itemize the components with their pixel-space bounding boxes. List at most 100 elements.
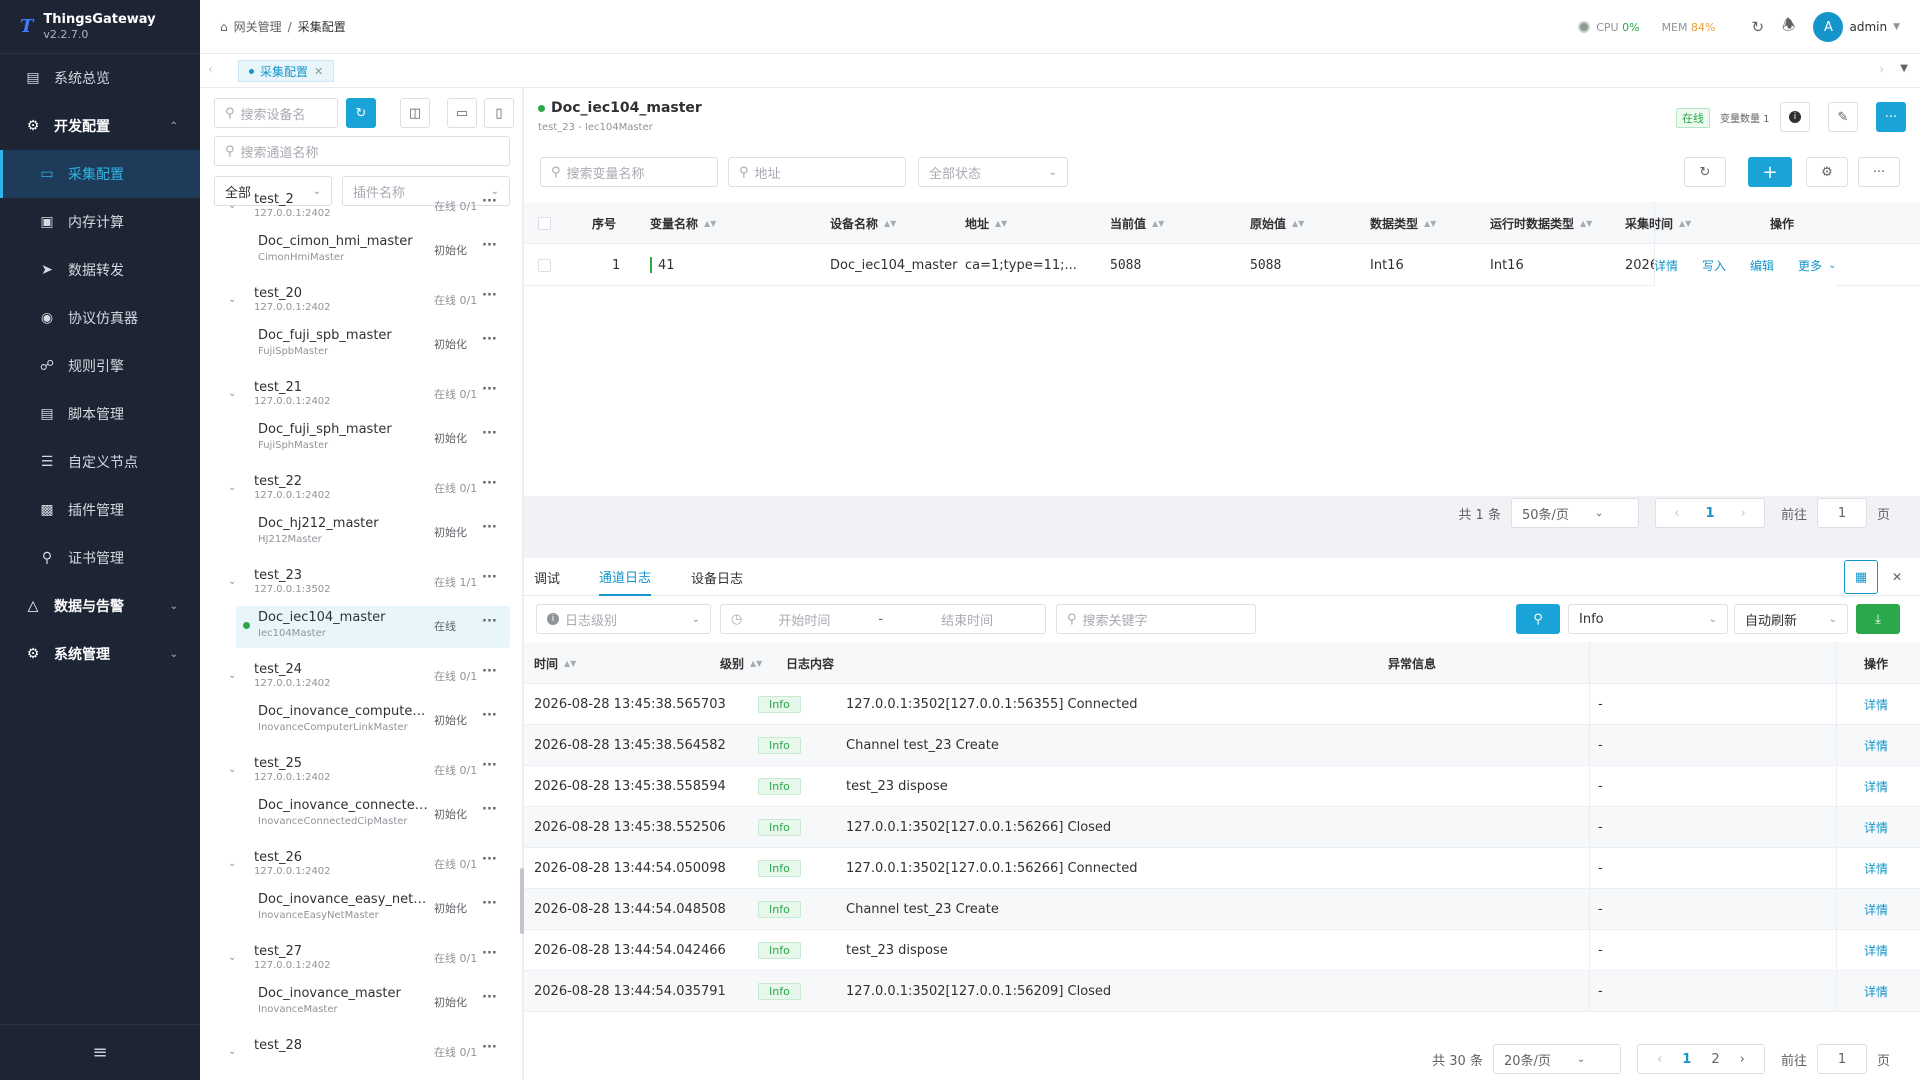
variable-page-size-select[interactable]: 50条/页 ⌄ xyxy=(1510,498,1639,528)
log-row[interactable]: 2026-08-28 13:44:54.048508 Info Channel te… xyxy=(524,889,1920,930)
address-filter-input[interactable]: ⚲ 地址 xyxy=(728,157,906,187)
sidebar-item-11[interactable]: △ 数据与告警 ⌄ xyxy=(0,582,200,630)
channel-name[interactable]: test_26 xyxy=(254,850,302,865)
device-more-icon[interactable]: ··· xyxy=(482,332,497,347)
log-detail-link[interactable]: 详情 xyxy=(1864,778,1888,795)
sort-icon[interactable]: ▲▼ xyxy=(1580,219,1592,228)
prev-page-icon[interactable]: ‹ xyxy=(1657,1052,1662,1067)
sidebar-item-4[interactable]: ➤ 数据转发 xyxy=(0,246,200,294)
log-level-select[interactable]: Info ⌄ xyxy=(1568,604,1728,634)
log-col-header[interactable]: 级别 ▲▼ xyxy=(720,642,762,684)
log-page-2[interactable]: 2 xyxy=(1711,1052,1719,1067)
device-more-icon[interactable]: ··· xyxy=(482,238,497,253)
log-page-size-select[interactable]: 20条/页 ⌄ xyxy=(1492,1044,1621,1074)
device-item[interactable]: Doc_hj212_master HJ212Master 初始化 ··· xyxy=(236,512,510,554)
device-more-icon[interactable]: ··· xyxy=(482,896,497,911)
chevron-down-icon[interactable]: ⌄ xyxy=(228,200,236,211)
log-row[interactable]: 2026-08-28 13:44:54.050098 Info 127.0.0.1:… xyxy=(524,848,1920,889)
collapse-menu-icon[interactable]: ≡ xyxy=(0,1024,200,1080)
device-item[interactable]: Doc_inovance_connected_c... InovanceConne… xyxy=(236,794,510,836)
channel-more-icon[interactable]: ··· xyxy=(482,476,497,491)
var-action-3[interactable]: 更多 xyxy=(1798,257,1822,274)
var-action-2[interactable]: 编辑 xyxy=(1750,257,1774,274)
refresh-icon[interactable]: ↻ xyxy=(1751,18,1764,36)
log-row[interactable]: 2026-08-28 13:44:54.035791 Info 127.0.0.1:… xyxy=(524,971,1920,1012)
channel-more-icon[interactable]: ··· xyxy=(482,382,497,397)
log-search-button[interactable]: ⚲ xyxy=(1516,604,1560,634)
device-more-button[interactable]: ··· xyxy=(1876,102,1906,132)
channel-name[interactable]: test_21 xyxy=(254,380,302,395)
bell-icon[interactable]: 🕭 xyxy=(1782,15,1795,40)
device-more-icon[interactable]: ··· xyxy=(482,614,497,629)
sort-icon[interactable]: ▲▼ xyxy=(750,659,762,668)
home-icon[interactable]: ⌂ xyxy=(220,20,228,34)
var-col-header[interactable]: 变量名称 ▲▼ xyxy=(650,202,716,244)
sidebar-item-9[interactable]: ▩ 插件管理 xyxy=(0,486,200,534)
sidebar-item-0[interactable]: ▤ 系统总览 xyxy=(0,54,200,102)
device-item[interactable]: Doc_inovance_easy_net_ma... InovanceEasyN… xyxy=(236,888,510,930)
log-col-header[interactable]: 操作 xyxy=(1864,642,1888,684)
checkbox[interactable] xyxy=(538,216,551,230)
channel-name[interactable]: test_22 xyxy=(254,474,302,489)
log-detail-link[interactable]: 详情 xyxy=(1864,696,1888,713)
device-item[interactable]: Doc_inovance_computer_li... InovanceCompu… xyxy=(236,700,510,742)
device-more-icon[interactable]: ··· xyxy=(482,708,497,723)
channel-more-icon[interactable]: ··· xyxy=(482,1040,497,1055)
sort-icon[interactable]: ▲▼ xyxy=(995,219,1007,228)
goto-page-input[interactable]: 1 xyxy=(1816,498,1867,528)
channel-name[interactable]: test_25 xyxy=(254,756,302,771)
sidebar-item-12[interactable]: ⚙ 系统管理 ⌄ xyxy=(0,630,200,678)
delete-button[interactable]: ▯ xyxy=(484,98,514,128)
sidebar-item-2[interactable]: ▭ 采集配置 xyxy=(0,150,200,198)
device-more-icon[interactable]: ··· xyxy=(482,520,497,535)
row-checkbox[interactable] xyxy=(538,244,551,286)
breadcrumb-root[interactable]: 网关管理 xyxy=(234,18,282,35)
channel-name[interactable]: test_28 xyxy=(254,1038,302,1053)
export-button[interactable]: ▭ xyxy=(447,98,477,128)
log-col-header[interactable]: 日志内容 xyxy=(786,642,834,684)
channel-name[interactable]: test_2 xyxy=(254,192,294,207)
variable-more-button[interactable]: ··· xyxy=(1858,157,1900,187)
device-more-icon[interactable]: ··· xyxy=(482,426,497,441)
search-variable-input[interactable]: ⚲ 搜索变量名称 xyxy=(540,157,718,187)
refresh-variables-button[interactable]: ↻ xyxy=(1684,157,1726,187)
tabs-menu-chevron-icon[interactable]: ▼ xyxy=(1900,63,1908,74)
device-item[interactable]: Doc_fuji_sph_master FujiSphMaster 初始化 ··· xyxy=(236,418,510,460)
chevron-down-icon[interactable]: ▼ xyxy=(1893,22,1900,32)
next-page-icon[interactable]: › xyxy=(1740,506,1745,521)
var-col-header[interactable]: 当前值 ▲▼ xyxy=(1110,202,1164,244)
chevron-down-icon[interactable]: ⌄ xyxy=(1828,260,1836,271)
chevron-down-icon[interactable]: ⌄ xyxy=(228,764,236,775)
log-detail-link[interactable]: 详情 xyxy=(1864,819,1888,836)
tab-close-icon[interactable]: ✕ xyxy=(314,65,323,78)
sort-icon[interactable]: ▲▼ xyxy=(884,219,896,228)
sidebar-item-8[interactable]: ☰ 自定义节点 xyxy=(0,438,200,486)
variable-status-select[interactable]: 全部状态 ⌄ xyxy=(918,157,1068,187)
sort-icon[interactable]: ▲▼ xyxy=(1679,219,1691,228)
select-all-checkbox[interactable] xyxy=(538,202,551,244)
channel-more-icon[interactable]: ··· xyxy=(482,946,497,961)
var-col-header[interactable]: 地址 ▲▼ xyxy=(965,202,1007,244)
sidebar-item-6[interactable]: ☍ 规则引擎 xyxy=(0,342,200,390)
chevron-down-icon[interactable]: ⌄ xyxy=(228,576,236,587)
sort-icon[interactable]: ▲▼ xyxy=(1152,219,1164,228)
checkbox[interactable] xyxy=(538,258,551,272)
user-name[interactable]: admin xyxy=(1849,20,1887,34)
channel-name[interactable]: test_27 xyxy=(254,944,302,959)
channel-more-icon[interactable]: ··· xyxy=(482,194,497,209)
layout-toggle-button[interactable]: ▦ xyxy=(1844,560,1878,594)
log-detail-link[interactable]: 详情 xyxy=(1864,860,1888,877)
chevron-down-icon[interactable]: ⌄ xyxy=(228,952,236,963)
next-page-icon[interactable]: › xyxy=(1740,1052,1745,1067)
channel-name[interactable]: test_20 xyxy=(254,286,302,301)
log-col-header[interactable]: 异常信息 xyxy=(1388,642,1436,684)
var-action-1[interactable]: 写入 xyxy=(1702,257,1726,274)
log-goto-page-input[interactable]: 1 xyxy=(1816,1044,1867,1074)
variable-row[interactable]: 1 41 Doc_iec104_master ca=1;type=11;... 5088… xyxy=(524,244,1920,286)
info-button[interactable]: i xyxy=(1780,102,1810,132)
log-row[interactable]: 2026-08-28 13:45:38.552506 Info 127.0.0.1:… xyxy=(524,807,1920,848)
search-device-input[interactable]: ⚲ 搜索设备名 xyxy=(214,98,338,128)
tab-device-log[interactable]: 设备日志 xyxy=(691,558,743,596)
device-item[interactable]: Doc_iec104_master Iec104Master 在线 ··· xyxy=(236,606,510,648)
variable-settings-button[interactable]: ⚙ xyxy=(1806,157,1848,187)
